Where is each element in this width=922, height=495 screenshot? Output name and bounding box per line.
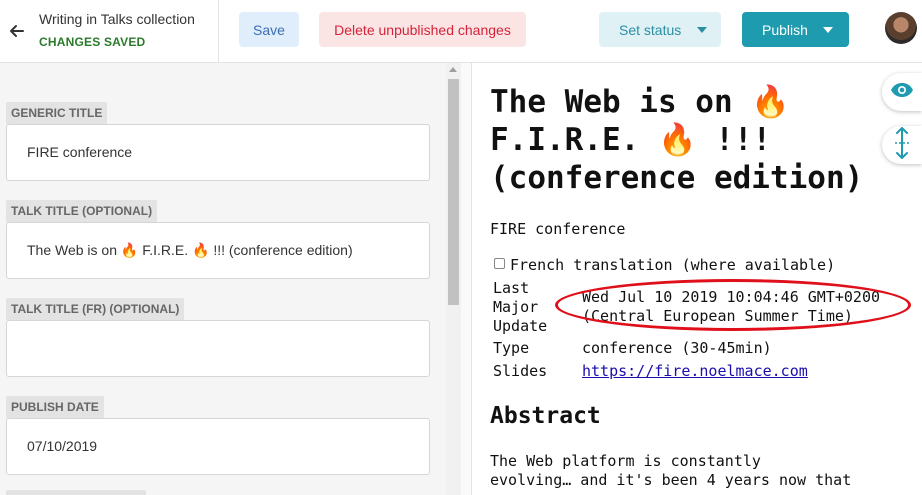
preview-title: The Web is on 🔥 F.I.R.E. 🔥 !!! (conferen… bbox=[490, 83, 900, 197]
abstract-heading: Abstract bbox=[490, 403, 601, 429]
eye-icon bbox=[890, 82, 914, 103]
abstract-text: The Web platform is constantly evolving…… bbox=[490, 452, 910, 490]
last-update-label: Last Major Update bbox=[493, 279, 547, 336]
collection-title-box: Writing in Talks collection CHANGES SAVE… bbox=[39, 11, 195, 49]
last-update-label-line: Update bbox=[493, 317, 548, 335]
abstract-line: The Web platform is constantly bbox=[490, 452, 761, 470]
next-field-label bbox=[6, 490, 146, 495]
publish-date-label: PUBLISH DATE bbox=[6, 396, 104, 418]
panel-divider[interactable] bbox=[461, 63, 472, 495]
last-update-label-line: Major bbox=[493, 298, 539, 316]
generic-title-input[interactable]: FIRE conference bbox=[6, 124, 430, 181]
highlight-ellipse bbox=[555, 279, 911, 331]
french-translation-checkbox[interactable] bbox=[494, 258, 505, 269]
top-bar: Writing in Talks collection CHANGES SAVE… bbox=[0, 0, 922, 63]
editor-scrollbar[interactable] bbox=[446, 63, 461, 495]
publish-button[interactable]: Publish bbox=[742, 12, 849, 47]
set-status-label: Set status bbox=[619, 21, 682, 38]
avatar[interactable] bbox=[885, 12, 917, 44]
talk-title-fr-input[interactable] bbox=[6, 320, 430, 377]
type-value: conference (30-45min) bbox=[582, 339, 772, 357]
abstract-line: evolving… and it's been 4 years now that bbox=[490, 471, 852, 489]
chevron-down-icon bbox=[823, 27, 833, 33]
vertical-arrows-icon bbox=[894, 126, 910, 164]
sync-scroll-button[interactable] bbox=[882, 126, 922, 164]
talk-title-input[interactable]: The Web is on 🔥 F.I.R.E. 🔥 !!! (conferen… bbox=[6, 222, 430, 279]
talk-title-fr-label: TALK TITLE (FR) (OPTIONAL) bbox=[6, 298, 185, 320]
preview-title-line: (conference edition) bbox=[490, 160, 864, 196]
french-translation-label: French translation (where available) bbox=[510, 256, 836, 274]
talk-title-label: TALK TITLE (OPTIONAL) bbox=[6, 200, 158, 222]
preview-generic-title: FIRE conference bbox=[490, 220, 626, 238]
slides-link[interactable]: https://fire.noelmace.com bbox=[582, 362, 808, 381]
delete-unpublished-button[interactable]: Delete unpublished changes bbox=[319, 12, 526, 47]
set-status-button[interactable]: Set status bbox=[599, 12, 721, 47]
preview-title-line: The Web is on 🔥 bbox=[490, 84, 790, 120]
preview-toggle-button[interactable] bbox=[882, 73, 922, 111]
header-divider bbox=[218, 0, 219, 63]
publish-date-input[interactable]: 07/10/2019 bbox=[6, 418, 430, 475]
collection-title: Writing in Talks collection bbox=[39, 11, 195, 27]
preview-title-line: F.I.R.E. 🔥 !!! bbox=[490, 122, 772, 158]
chevron-down-icon bbox=[697, 27, 707, 33]
generic-title-label: GENERIC TITLE bbox=[6, 102, 108, 124]
publish-label: Publish bbox=[762, 21, 808, 38]
back-arrow-icon[interactable] bbox=[6, 20, 28, 42]
slides-label: Slides bbox=[493, 362, 548, 380]
save-button[interactable]: Save bbox=[239, 12, 299, 47]
type-label: Type bbox=[493, 339, 530, 357]
last-update-label-line: Last bbox=[493, 279, 530, 297]
editor-panel: GENERIC TITLE FIRE conference TALK TITLE… bbox=[0, 63, 446, 495]
save-status: CHANGES SAVED bbox=[39, 35, 146, 49]
scroll-thumb[interactable] bbox=[448, 79, 459, 305]
scroll-up-icon[interactable] bbox=[449, 67, 457, 72]
